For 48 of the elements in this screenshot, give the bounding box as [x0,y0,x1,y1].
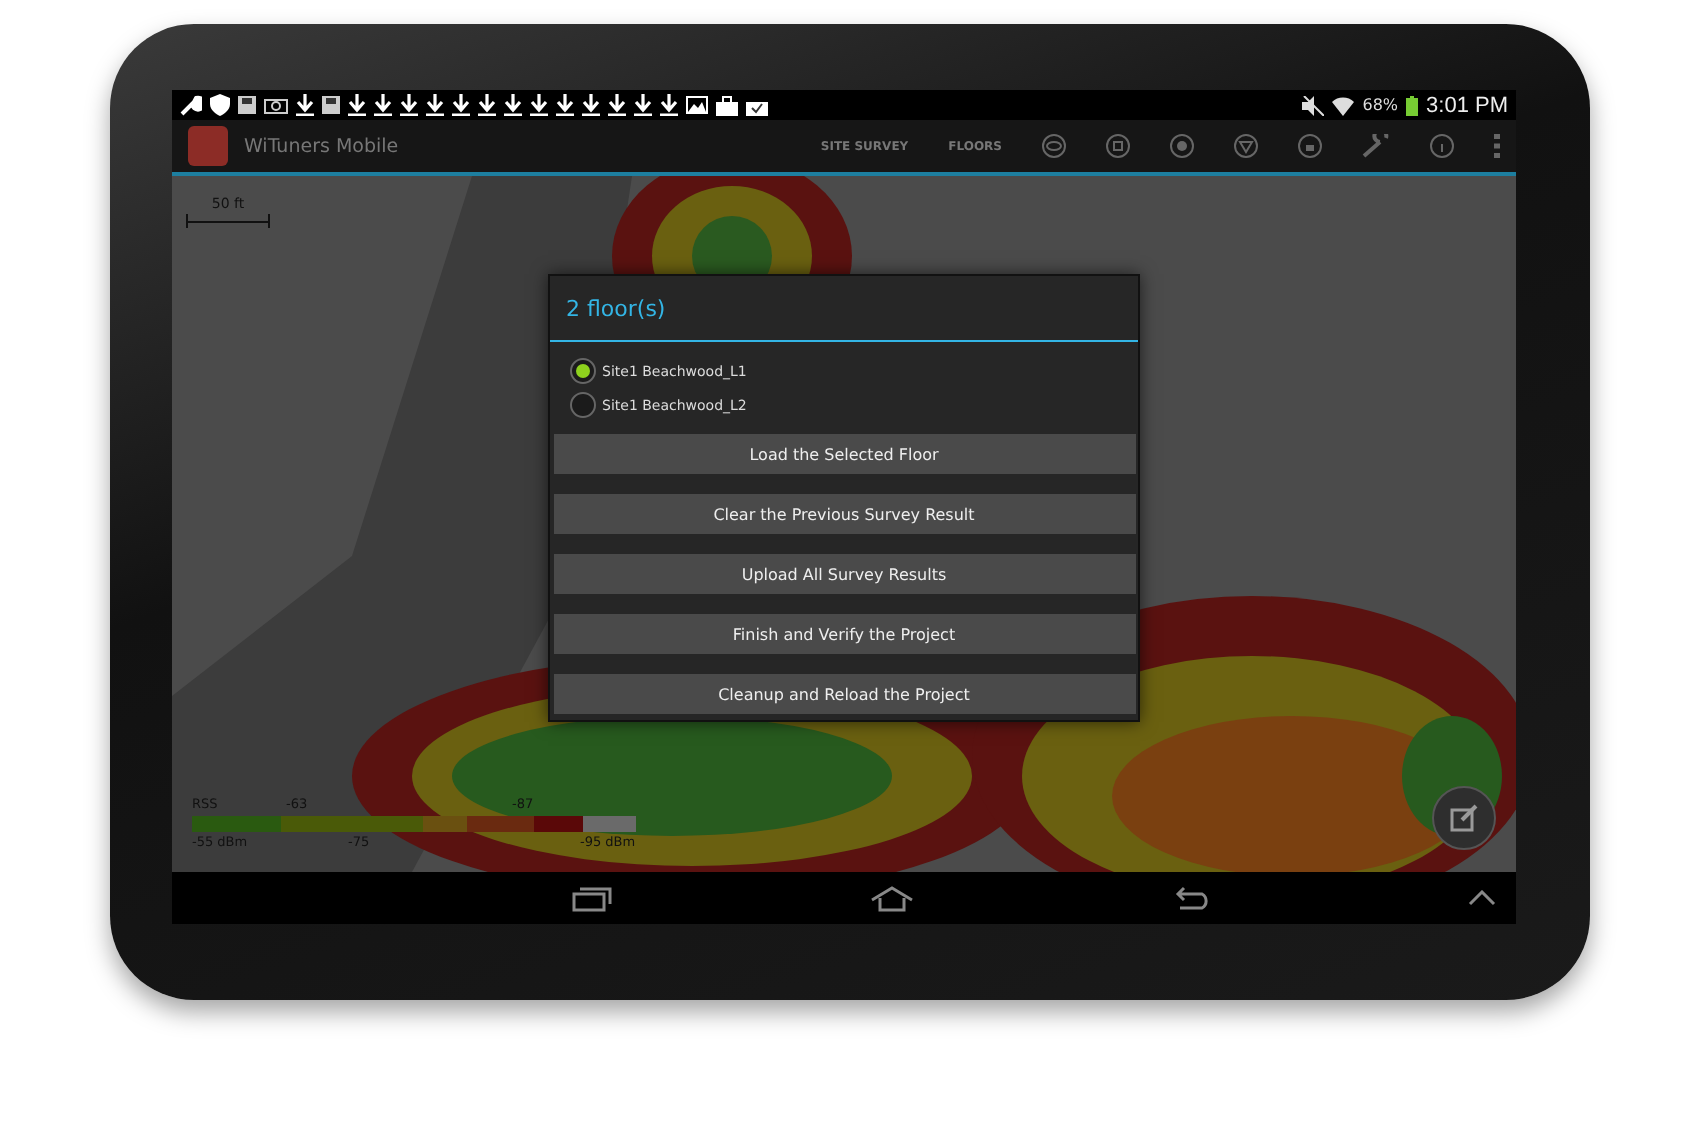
briefcase-icon [716,95,738,115]
download-icon [504,94,522,116]
dialog-title: 2 floor(s) [550,276,1138,342]
recent-apps-icon[interactable] [572,885,612,911]
scale-bar-icon [186,214,270,228]
wrench-icon [180,94,202,116]
download-icon [296,94,314,116]
download-icon [426,94,444,116]
dialog-button[interactable]: Upload All Survey Results [553,554,1135,594]
save-icon [322,96,340,114]
battery-icon [1406,95,1419,115]
save-icon [238,96,256,114]
download-icon [608,94,626,116]
download-icon [374,94,392,116]
wrench-icon[interactable] [1362,134,1390,158]
app-title: WiTuners Mobile [244,135,399,157]
download-icon [348,94,366,116]
radio-button[interactable] [570,358,596,384]
back-icon[interactable] [1173,886,1210,910]
dialog-button[interactable]: Clear the Previous Survey Result [553,494,1135,534]
wifi-icon [1332,95,1355,115]
eye-icon[interactable] [1042,134,1066,158]
download-icon [452,94,470,116]
mute-icon [1302,95,1325,115]
download-icon [634,94,652,116]
shield-icon [210,94,230,116]
filter-icon[interactable] [1234,134,1258,158]
stop-icon[interactable] [1106,134,1130,158]
camera-icon [264,96,288,114]
overflow-menu-icon[interactable] [1494,134,1500,158]
info-icon[interactable] [1430,134,1454,158]
clock-time: 3:01 PM [1426,93,1508,117]
battery-percent: 68% [1362,96,1399,114]
edit-icon [1450,804,1478,832]
download-icon [400,94,418,116]
download-icon [478,94,496,116]
radio-button[interactable] [570,392,596,418]
download-icon [556,94,574,116]
home-icon[interactable] [870,885,915,911]
record-icon[interactable] [1170,134,1194,158]
dialog-button[interactable]: Finish and Verify the Project [553,614,1135,654]
download-icon [660,94,678,116]
download-icon [530,94,548,116]
image-icon [686,96,708,114]
dialog-button[interactable]: Load the Selected Floor [553,434,1135,474]
download-icon [582,94,600,116]
dialog-button[interactable]: Cleanup and Reload the Project [553,674,1135,714]
chevron-up-icon[interactable] [1467,890,1496,906]
